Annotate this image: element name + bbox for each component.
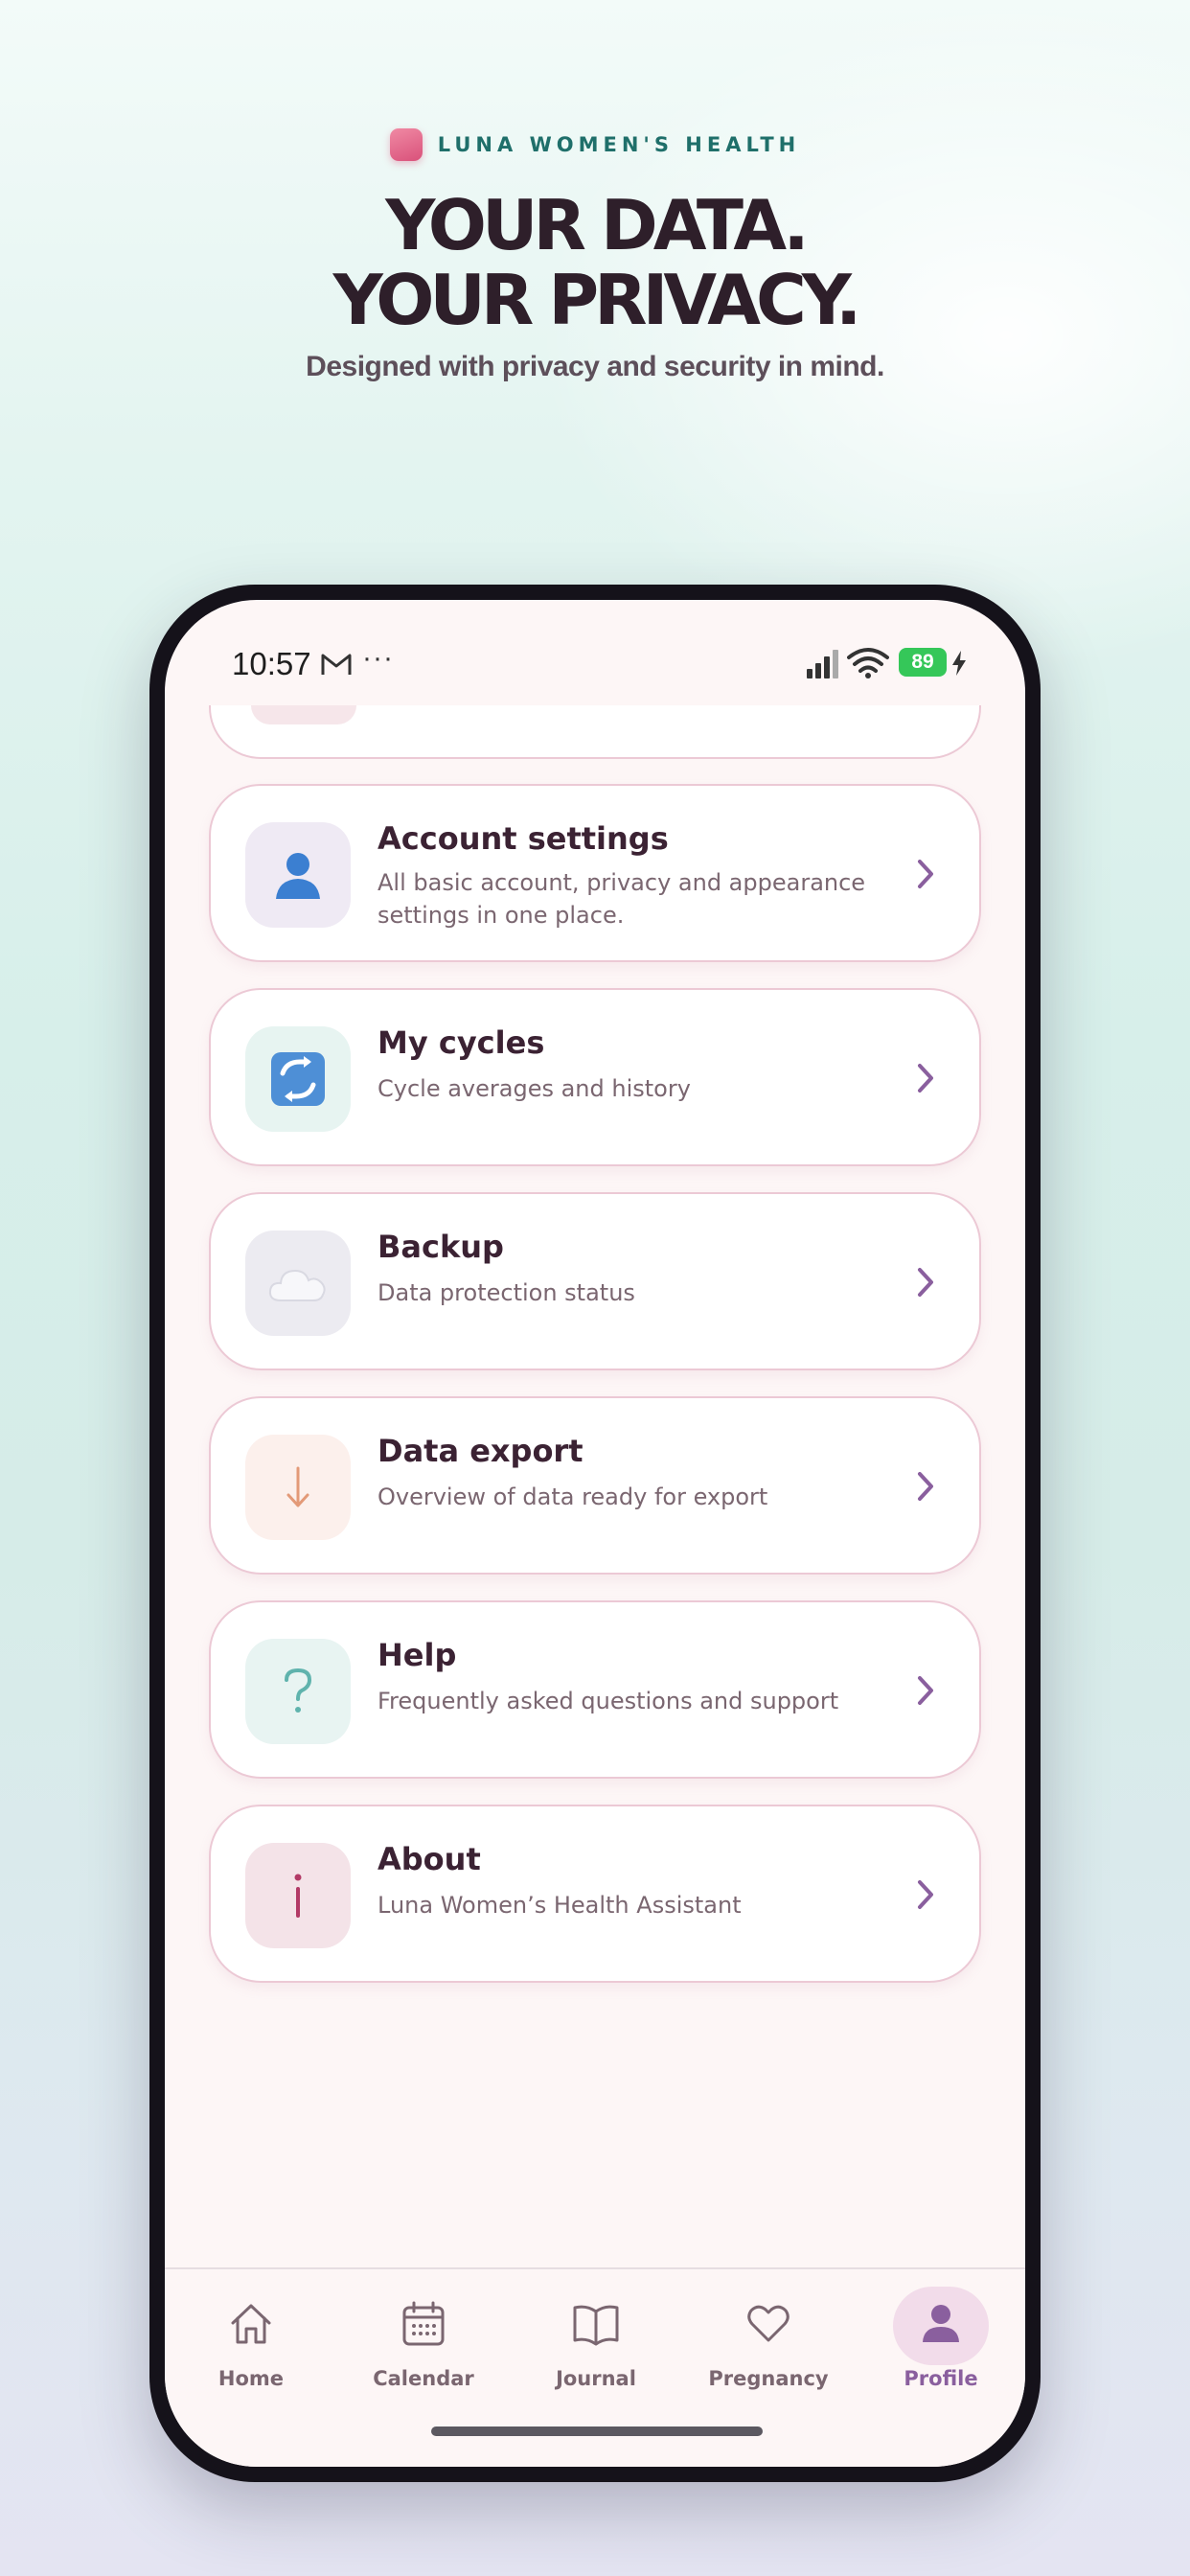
chevron-right-icon bbox=[918, 1268, 933, 1297]
nav-item-calendar[interactable]: Calendar bbox=[347, 2298, 500, 2413]
menu-item-my-cycles[interactable]: My cycles Cycle averages and history bbox=[209, 988, 981, 1166]
nav-item-pregnancy[interactable]: Pregnancy bbox=[692, 2298, 845, 2413]
status-time: 10:57 bbox=[232, 646, 311, 681]
gmail-icon bbox=[321, 654, 352, 675]
nav-item-profile[interactable]: Profile bbox=[864, 2287, 1018, 2413]
cycle-arrows-icon bbox=[245, 1026, 351, 1132]
book-icon bbox=[573, 2305, 619, 2346]
headline: YOUR DATA. YOUR PRIVACY. bbox=[0, 188, 1190, 337]
home-icon bbox=[231, 2304, 271, 2344]
headline-line-2: YOUR PRIVACY. bbox=[332, 260, 862, 340]
menu-item-subtitle: Luna Women’s Health Assistant bbox=[378, 1892, 742, 1919]
phone-screen: 10:57 ··· 89 Account settings All basic … bbox=[165, 600, 1025, 2467]
wifi-icon bbox=[847, 648, 889, 678]
menu-item-help[interactable]: Help Frequently asked questions and supp… bbox=[209, 1600, 981, 1779]
menu-item-title: About bbox=[378, 1841, 481, 1877]
settings-list[interactable]: Account settings All basic account, priv… bbox=[165, 705, 1025, 2266]
phone-frame: 10:57 ··· 89 Account settings All basic … bbox=[149, 585, 1041, 2482]
chevron-right-icon bbox=[918, 1472, 933, 1501]
arrow-down-icon bbox=[245, 1435, 351, 1540]
menu-item-about[interactable]: About Luna Women’s Health Assistant bbox=[209, 1805, 981, 1983]
menu-item-title: Account settings bbox=[378, 820, 669, 857]
menu-item-backup[interactable]: Backup Data protection status bbox=[209, 1192, 981, 1370]
info-icon bbox=[245, 1843, 351, 1948]
list-item-partial[interactable] bbox=[209, 705, 981, 759]
menu-item-title: My cycles bbox=[378, 1024, 545, 1061]
brand-logo-icon bbox=[389, 128, 423, 161]
cloud-icon bbox=[245, 1230, 351, 1336]
menu-item-subtitle: Overview of data ready for export bbox=[378, 1484, 768, 1510]
battery-level: 89 bbox=[899, 648, 947, 677]
menu-item-title: Data export bbox=[378, 1433, 584, 1469]
profile-icon bbox=[923, 2305, 959, 2342]
person-icon bbox=[245, 822, 351, 928]
menu-item-subtitle: Data protection status bbox=[378, 1279, 635, 1306]
brand-row: LUNA WOMEN'S HEALTH bbox=[0, 128, 1190, 161]
more-notifications-icon: ··· bbox=[362, 642, 394, 674]
calendar-icon bbox=[402, 2301, 445, 2346]
bottom-nav: Home Calendar Journal Pregnancy Profile bbox=[165, 2267, 1025, 2467]
question-icon bbox=[245, 1639, 351, 1744]
chevron-right-icon bbox=[918, 1676, 933, 1705]
signal-icon bbox=[807, 650, 838, 678]
nav-label: Journal bbox=[556, 2367, 636, 2390]
chevron-right-icon bbox=[918, 1064, 933, 1092]
subheadline: Designed with privacy and security in mi… bbox=[306, 351, 884, 382]
headline-line-1: YOUR DATA. bbox=[385, 185, 810, 265]
chevron-right-icon bbox=[918, 1880, 933, 1909]
menu-item-account-settings[interactable]: Account settings All basic account, priv… bbox=[209, 784, 981, 962]
home-indicator[interactable] bbox=[431, 2426, 763, 2436]
nav-label: Home bbox=[217, 2367, 285, 2390]
nav-item-home[interactable]: Home bbox=[174, 2298, 328, 2413]
menu-item-subtitle: All basic account, privacy and appearanc… bbox=[378, 869, 866, 929]
menu-item-subtitle: Cycle averages and history bbox=[378, 1075, 691, 1102]
status-bar: 10:57 ··· 89 bbox=[165, 642, 1025, 688]
nav-label: Calendar bbox=[373, 2367, 474, 2390]
heart-icon bbox=[747, 2305, 790, 2342]
menu-item-subtitle: Frequently asked questions and support bbox=[378, 1688, 839, 1714]
nav-label: Profile bbox=[904, 2367, 978, 2390]
brand-name: LUNA WOMEN'S HEALTH bbox=[437, 133, 801, 156]
menu-item-title: Backup bbox=[378, 1229, 504, 1265]
nav-label: Pregnancy bbox=[708, 2367, 829, 2390]
charging-icon bbox=[952, 651, 966, 676]
nav-item-journal[interactable]: Journal bbox=[519, 2298, 673, 2413]
menu-item-title: Help bbox=[378, 1637, 457, 1673]
menu-item-data-export[interactable]: Data export Overview of data ready for e… bbox=[209, 1396, 981, 1575]
chevron-right-icon bbox=[918, 860, 933, 888]
